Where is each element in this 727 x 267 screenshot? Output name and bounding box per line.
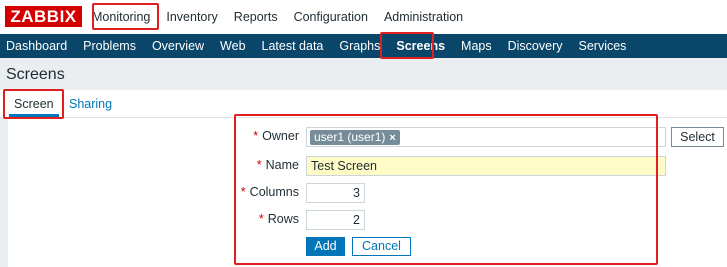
page-title: Screens <box>6 66 65 83</box>
add-button[interactable]: Add <box>306 237 345 256</box>
required-mark: * <box>258 212 264 226</box>
menu-configuration[interactable]: Configuration <box>294 10 368 24</box>
name-input[interactable] <box>306 156 666 176</box>
cancel-button[interactable]: Cancel <box>352 237 411 256</box>
columns-label: * Columns <box>241 185 299 199</box>
name-row: * Name <box>0 156 727 176</box>
menu-monitoring[interactable]: Monitoring <box>92 10 150 24</box>
submenu-problems[interactable]: Problems <box>83 39 136 53</box>
columns-row: * Columns <box>0 183 727 203</box>
top-menu: Monitoring Inventory Reports Configurati… <box>92 0 479 34</box>
tab-screen[interactable]: Screen <box>9 94 59 117</box>
submenu-graphs[interactable]: Graphs <box>339 39 380 53</box>
zabbix-logo[interactable]: ZABBIX <box>5 6 82 27</box>
menu-reports[interactable]: Reports <box>234 10 278 24</box>
top-bar: ZABBIX Monitoring Inventory Reports Conf… <box>0 0 727 34</box>
required-mark: * <box>240 185 246 199</box>
required-mark: * <box>256 158 262 172</box>
select-button[interactable]: Select <box>671 127 724 147</box>
submenu-services[interactable]: Services <box>579 39 627 53</box>
name-label: * Name <box>257 158 299 172</box>
tab-sharing[interactable]: Sharing <box>64 94 117 114</box>
sub-menu: Dashboard Problems Overview Web Latest d… <box>0 34 727 58</box>
submenu-discovery[interactable]: Discovery <box>508 39 563 53</box>
rows-row: * Rows <box>0 210 727 230</box>
submenu-maps[interactable]: Maps <box>461 39 492 53</box>
rows-label-text: Rows <box>267 212 299 226</box>
name-label-text: Name <box>265 158 299 172</box>
buttons-row: Add Cancel <box>0 237 727 257</box>
rows-label: * Rows <box>259 212 299 226</box>
tab-bar: Screen Sharing <box>0 90 727 118</box>
owner-label: * Owner <box>253 129 299 143</box>
owner-tag-text: user1 (user1) <box>314 130 386 144</box>
submenu-dashboard[interactable]: Dashboard <box>6 39 67 53</box>
menu-inventory[interactable]: Inventory <box>166 10 217 24</box>
columns-input[interactable] <box>306 183 365 203</box>
owner-multiselect[interactable]: user1 (user1) × <box>306 127 666 147</box>
required-mark: * <box>253 129 259 143</box>
rows-input[interactable] <box>306 210 365 230</box>
menu-administration[interactable]: Administration <box>384 10 463 24</box>
owner-row: * Owner user1 (user1) × Select <box>0 127 727 147</box>
submenu-overview[interactable]: Overview <box>152 39 204 53</box>
close-icon[interactable]: × <box>389 132 395 144</box>
owner-label-text: Owner <box>262 129 299 143</box>
columns-label-text: Columns <box>249 185 299 199</box>
submenu-screens[interactable]: Screens <box>396 39 445 53</box>
submenu-web[interactable]: Web <box>220 39 245 53</box>
owner-tag: user1 (user1) × <box>310 130 400 145</box>
submenu-latest-data[interactable]: Latest data <box>262 39 324 53</box>
